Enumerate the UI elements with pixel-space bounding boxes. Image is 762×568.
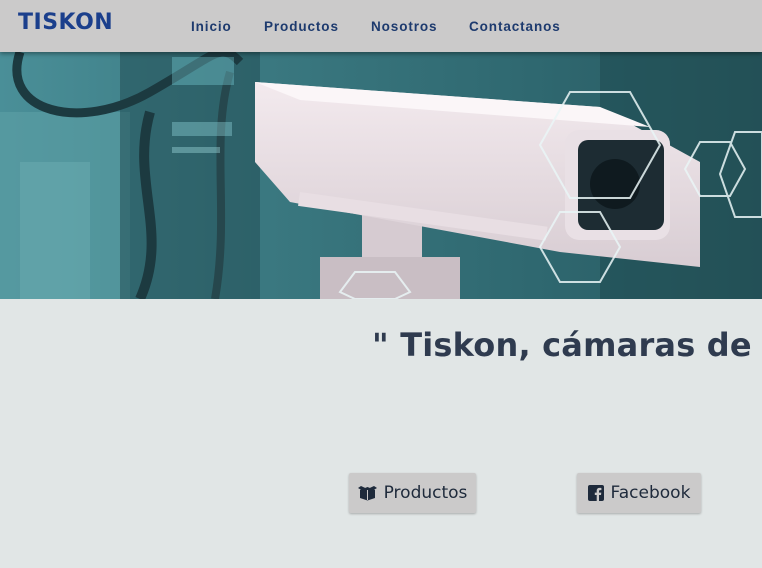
facebook-icon bbox=[587, 485, 604, 501]
nav-item-productos[interactable]: Productos bbox=[264, 19, 339, 34]
nav-item-contactanos[interactable]: Contactanos bbox=[469, 19, 561, 34]
box-icon bbox=[357, 485, 377, 501]
nav-item-nosotros[interactable]: Nosotros bbox=[371, 19, 437, 34]
productos-button-label: Productos bbox=[383, 483, 468, 503]
hero-banner-image bbox=[0, 52, 762, 299]
security-camera-illustration bbox=[0, 52, 762, 299]
tagline-text: " Tiskon, cámaras de seg bbox=[372, 326, 762, 364]
tagline-container: " Tiskon, cámaras de seg bbox=[0, 300, 762, 420]
nav-item-inicio[interactable]: Inicio bbox=[191, 19, 232, 34]
facebook-button-label: Facebook bbox=[610, 483, 691, 503]
productos-button[interactable]: Productos bbox=[349, 473, 476, 513]
brand-logo[interactable]: TISKON bbox=[18, 10, 113, 35]
navbar: TISKON Inicio Productos Nosotros Contact… bbox=[0, 0, 762, 52]
facebook-button[interactable]: Facebook bbox=[577, 473, 701, 513]
